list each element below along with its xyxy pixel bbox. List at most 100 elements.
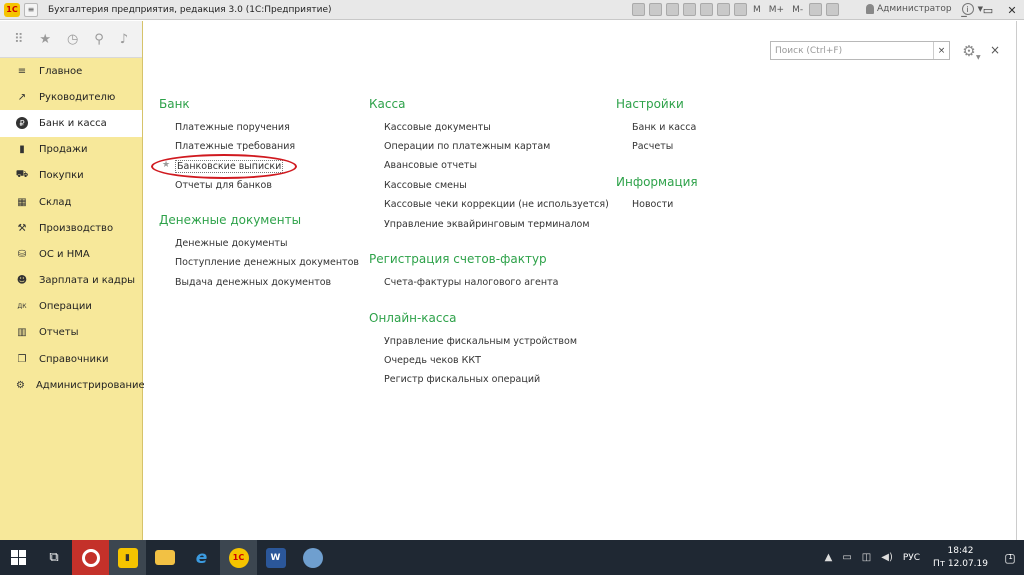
trend-icon: ↗ — [17, 91, 27, 103]
link-money-docs-issue[interactable]: Выдача денежных документов — [175, 277, 331, 288]
apps-grid-icon[interactable]: ⠿ — [14, 32, 24, 47]
cart-icon: ⛟ — [15, 169, 29, 181]
network-icon[interactable]: ◫ — [862, 552, 871, 563]
sidebar-item-production[interactable]: ⚒ Производство — [0, 215, 142, 241]
system-tray: ▲ ▭ ◫ ◀) РУС 18:42 Пт 12.07.19 ▢ 1 — [820, 540, 1024, 575]
star-icon[interactable]: ★ — [39, 32, 51, 47]
link-agent-invoices[interactable]: Счета-фактуры налогового агента — [384, 277, 558, 288]
language-indicator[interactable]: РУС — [903, 553, 920, 563]
debit-credit-icon: ДК — [17, 303, 27, 311]
calculator-icon[interactable] — [734, 3, 747, 16]
history-icon[interactable]: ◷ — [67, 32, 78, 47]
sidebar-item-label: ОС и НМА — [39, 248, 90, 260]
taskbar-word[interactable]: W — [257, 540, 294, 575]
bar-chart-icon: ▥ — [17, 327, 27, 339]
windows-logo-icon — [10, 550, 26, 565]
link-bank-reports[interactable]: Отчеты для банков — [175, 180, 272, 191]
bell-icon[interactable]: ♪ — [120, 32, 128, 47]
battery-icon[interactable]: ▭ — [842, 552, 851, 563]
sidebar-item-sales[interactable]: ▮ Продажи — [0, 137, 142, 163]
link-acquiring-terminal[interactable]: Управление эквайринговым терминалом — [384, 219, 590, 230]
taskbar-1c-doc[interactable]: ▮ — [109, 540, 146, 575]
sidebar-item-label: Банк и касса — [39, 117, 107, 129]
link-payment-requests[interactable]: Платежные требования — [175, 141, 295, 152]
link-settings-payments[interactable]: Расчеты — [632, 141, 673, 152]
books-icon: ❐ — [17, 353, 27, 365]
sidebar-item-catalogs[interactable]: ❐ Справочники — [0, 346, 142, 372]
memory-plus-button[interactable]: M+ — [769, 5, 784, 15]
sidebar-item-admin[interactable]: ⚙ Администрирование — [0, 372, 145, 398]
group-title-online-kassa: Онлайн-касса — [369, 311, 457, 325]
chevron-down-icon[interactable]: ▼ — [976, 54, 981, 61]
sidebar-item-operations[interactable]: ДК Операции — [0, 294, 142, 320]
minimize-button[interactable]: _ — [952, 0, 976, 20]
taskbar-1c[interactable]: 1С — [220, 540, 257, 575]
search-icon[interactable]: ⚲ — [94, 32, 104, 47]
taskbar-opera[interactable] — [72, 540, 109, 575]
link-settings-bank[interactable]: Банк и касса — [632, 122, 696, 133]
menu-button[interactable]: ≡ — [24, 2, 38, 17]
1c-document-icon: ▮ — [117, 547, 138, 568]
window-titlebar: 1С ≡ Бухгалтерия предприятия, редакция 3… — [0, 0, 1024, 20]
clock[interactable]: 18:42 Пт 12.07.19 — [933, 545, 988, 571]
panel-toolbar: ⠿ ★ ◷ ⚲ ♪ — [0, 21, 142, 58]
sidebar-item-label: Руководителю — [39, 91, 116, 103]
link-cash-documents[interactable]: Кассовые документы — [384, 122, 491, 133]
attach-icon[interactable] — [683, 3, 696, 16]
sidebar-item-assets[interactable]: ⛁ ОС и НМА — [0, 241, 142, 267]
zoom-icon[interactable] — [809, 3, 823, 16]
sidebar-item-label: Склад — [39, 196, 72, 208]
link-fiscal-register[interactable]: Регистр фискальных операций — [384, 374, 540, 385]
sidebar-item-label: Главное — [39, 65, 83, 77]
group-title-invoices: Регистрация счетов-фактур — [369, 252, 547, 266]
section-content: × ⚙ ▼ × Банк Платежные поручения Платежн… — [144, 21, 1017, 540]
close-window-button[interactable]: ✕ — [1000, 0, 1024, 20]
restore-button[interactable]: ▭ — [976, 0, 1000, 20]
fullscreen-icon[interactable] — [826, 3, 840, 16]
clear-search-button[interactable]: × — [933, 42, 949, 59]
sidebar-item-label: Отчеты — [39, 327, 79, 339]
preview-icon[interactable] — [666, 3, 679, 16]
link-money-docs-receipt[interactable]: Поступление денежных документов — [175, 257, 359, 268]
sidebar-item-bank[interactable]: ₽ Банк и касса — [0, 110, 142, 137]
search-input[interactable] — [771, 42, 933, 59]
sidebar-item-warehouse[interactable]: ▦ Склад — [0, 189, 142, 215]
print-icon[interactable] — [649, 3, 662, 16]
link-money-documents[interactable]: Денежные документы — [175, 238, 287, 249]
sidebar-item-salary[interactable]: ☻ Зарплата и кадры — [0, 268, 142, 294]
chevron-up-icon[interactable]: ▲ — [825, 552, 833, 563]
notifications-icon[interactable]: ▢ 1 — [996, 540, 1024, 575]
folder-icon — [154, 550, 175, 565]
link-correction-receipts[interactable]: Кассовые чеки коррекции (не используется… — [384, 199, 609, 210]
internet-explorer-icon: e — [195, 547, 208, 568]
link-payment-orders[interactable]: Платежные поручения — [175, 122, 290, 133]
memory-minus-button[interactable]: M- — [792, 5, 803, 15]
memory-button[interactable]: M — [753, 5, 761, 15]
highlight-ellipse — [151, 154, 297, 179]
link-advance-reports[interactable]: Авансовые отчеты — [384, 160, 477, 171]
taskbar-internet-explorer[interactable]: e — [183, 540, 220, 575]
task-view-icon[interactable]: ⧉ — [36, 540, 72, 575]
volume-icon[interactable]: ◀) — [881, 552, 893, 563]
link-kkt-queue[interactable]: Очередь чеков ККТ — [384, 355, 481, 366]
sidebar-item-purchases[interactable]: ⛟ Покупки — [0, 163, 142, 189]
mail-icon[interactable] — [700, 3, 713, 16]
1c-logo-icon: 1С — [4, 2, 20, 17]
link-fiscal-device[interactable]: Управление фискальным устройством — [384, 336, 577, 347]
link-cash-shifts[interactable]: Кассовые смены — [384, 180, 467, 191]
taskbar-control-panel[interactable] — [294, 540, 331, 575]
start-button[interactable] — [0, 540, 36, 575]
sidebar-item-reports[interactable]: ▥ Отчеты — [0, 320, 142, 346]
production-icon: ⚒ — [17, 222, 27, 234]
close-section-button[interactable]: × — [990, 43, 1000, 57]
save-icon[interactable] — [632, 3, 645, 16]
sidebar-item-main[interactable]: ≡ Главное — [0, 58, 142, 84]
taskbar-file-explorer[interactable] — [146, 540, 183, 575]
sidebar-item-label: Операции — [39, 301, 92, 313]
word-icon: W — [265, 547, 286, 568]
link-card-operations[interactable]: Операции по платежным картам — [384, 141, 550, 152]
sidebar-item-label: Администрирование — [35, 379, 145, 391]
calendar-icon[interactable] — [717, 3, 730, 16]
link-news[interactable]: Новости — [632, 199, 673, 210]
sidebar-item-manager[interactable]: ↗ Руководителю — [0, 84, 142, 110]
